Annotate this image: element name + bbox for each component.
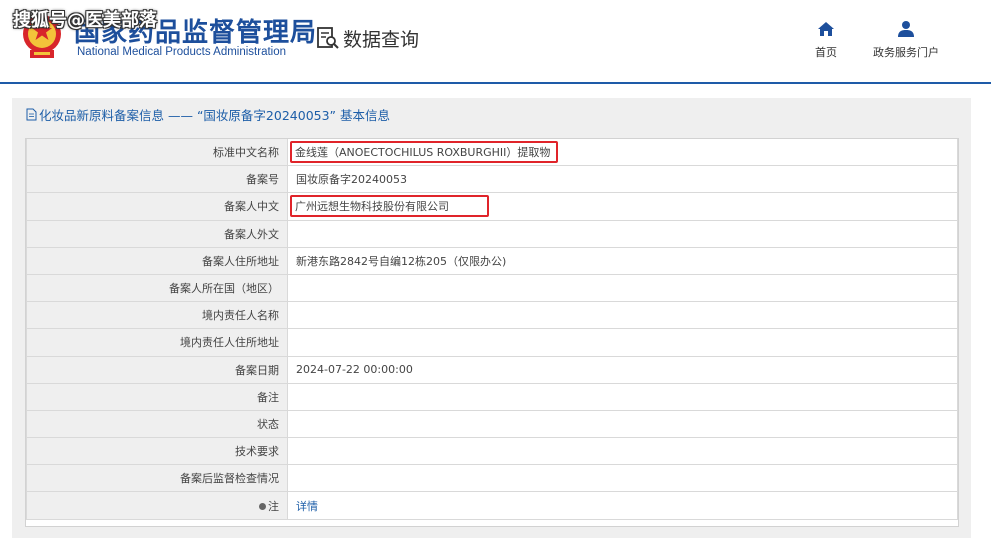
- row-label: 境内责任人名称: [26, 301, 288, 330]
- site-header: 国家药品监督管理局 National Medical Products Admi…: [0, 0, 991, 82]
- nav-home-label: 首页: [815, 46, 837, 59]
- row-value: 金线莲（ANOECTOCHILUS ROXBURGHII）提取物: [287, 139, 958, 167]
- row-label: 状态: [26, 409, 288, 439]
- watermark: 搜狐号@医美部落: [13, 10, 157, 31]
- note-bullet-icon: [259, 503, 266, 511]
- row-label: 境内责任人住所地址: [26, 328, 288, 357]
- table-row: 技术要求: [26, 437, 958, 466]
- table-row: 备案人住所地址 新港东路2842号自编12栋205（仅限办公): [26, 246, 958, 275]
- highlighted-value: 金线莲（ANOECTOCHILUS ROXBURGHII）提取物: [290, 141, 559, 164]
- details-link[interactable]: 详情: [296, 500, 318, 513]
- row-label-text: 注: [268, 499, 279, 513]
- document-search-icon: [317, 27, 339, 49]
- row-value: 新港东路2842号自编12栋205（仅限办公): [287, 246, 958, 275]
- info-panel: 化妆品新原料备案信息 —— “国妆原备字20240053” 基本信息 标准中文名…: [12, 98, 971, 538]
- row-value: [287, 328, 958, 357]
- table-row: 备案人外文: [26, 219, 958, 248]
- nav-home[interactable]: 首页: [813, 20, 839, 60]
- row-value: [287, 382, 958, 411]
- user-icon: [898, 21, 914, 37]
- home-icon: [818, 22, 834, 36]
- agency-name-en: National Medical Products Administration: [77, 46, 287, 58]
- row-label: 备案人外文: [26, 219, 288, 248]
- table-row: 备案号 国妆原备字20240053: [26, 165, 958, 194]
- row-value: [287, 301, 958, 330]
- row-label: 备注: [26, 382, 288, 411]
- row-value: [287, 437, 958, 466]
- table-row: 境内责任人名称: [26, 301, 958, 330]
- row-label: 备案后监督检查情况: [26, 464, 288, 493]
- row-label: 备案人所在国（地区）: [26, 273, 288, 303]
- nav-service-portal[interactable]: 政务服务门户: [870, 20, 942, 60]
- table-row: 境内责任人住所地址: [26, 328, 958, 357]
- row-label: 备案人住所地址: [26, 246, 288, 275]
- table-row: 备案后监督检查情况: [26, 464, 958, 493]
- row-value: [287, 273, 958, 303]
- row-value: 2024-07-22 00:00:00: [287, 355, 958, 384]
- header-divider: [0, 82, 991, 84]
- row-label: 标准中文名称: [26, 139, 288, 167]
- row-label: 备案日期: [26, 355, 288, 384]
- nav-portal-label: 政务服务门户: [873, 46, 939, 59]
- row-value: 国妆原备字20240053: [287, 165, 958, 194]
- row-label: 技术要求: [26, 437, 288, 466]
- row-value: [287, 464, 958, 493]
- document-icon: [26, 108, 37, 121]
- table-row: 备案人中文 广州远想生物科技股份有限公司: [26, 192, 958, 221]
- page-name-label: 数据查询: [343, 28, 420, 51]
- table-row: 备注: [26, 382, 958, 411]
- row-value: [287, 409, 958, 439]
- table-row: 注 详情: [26, 491, 958, 520]
- table-row: 状态: [26, 409, 958, 439]
- table-row: 备案日期 2024-07-22 00:00:00: [26, 355, 958, 384]
- highlighted-value: 广州远想生物科技股份有限公司: [290, 195, 489, 218]
- row-label: 备案号: [26, 165, 288, 194]
- row-value: 详情: [287, 491, 958, 520]
- row-label: 备案人中文: [26, 192, 288, 221]
- row-value: [287, 219, 958, 248]
- panel-title-text: 化妆品新原料备案信息 —— “国妆原备字20240053” 基本信息: [39, 108, 390, 123]
- page-name: 数据查询: [316, 25, 419, 51]
- panel-title: 化妆品新原料备案信息 —— “国妆原备字20240053” 基本信息: [26, 105, 390, 124]
- row-value: 广州远想生物科技股份有限公司: [287, 192, 958, 221]
- table-row: 备案人所在国（地区）: [26, 273, 958, 303]
- row-label-note: 注: [26, 491, 288, 520]
- table-row: 标准中文名称 金线莲（ANOECTOCHILUS ROXBURGHII）提取物: [26, 139, 958, 167]
- record-table: 标准中文名称 金线莲（ANOECTOCHILUS ROXBURGHII）提取物 …: [25, 138, 959, 527]
